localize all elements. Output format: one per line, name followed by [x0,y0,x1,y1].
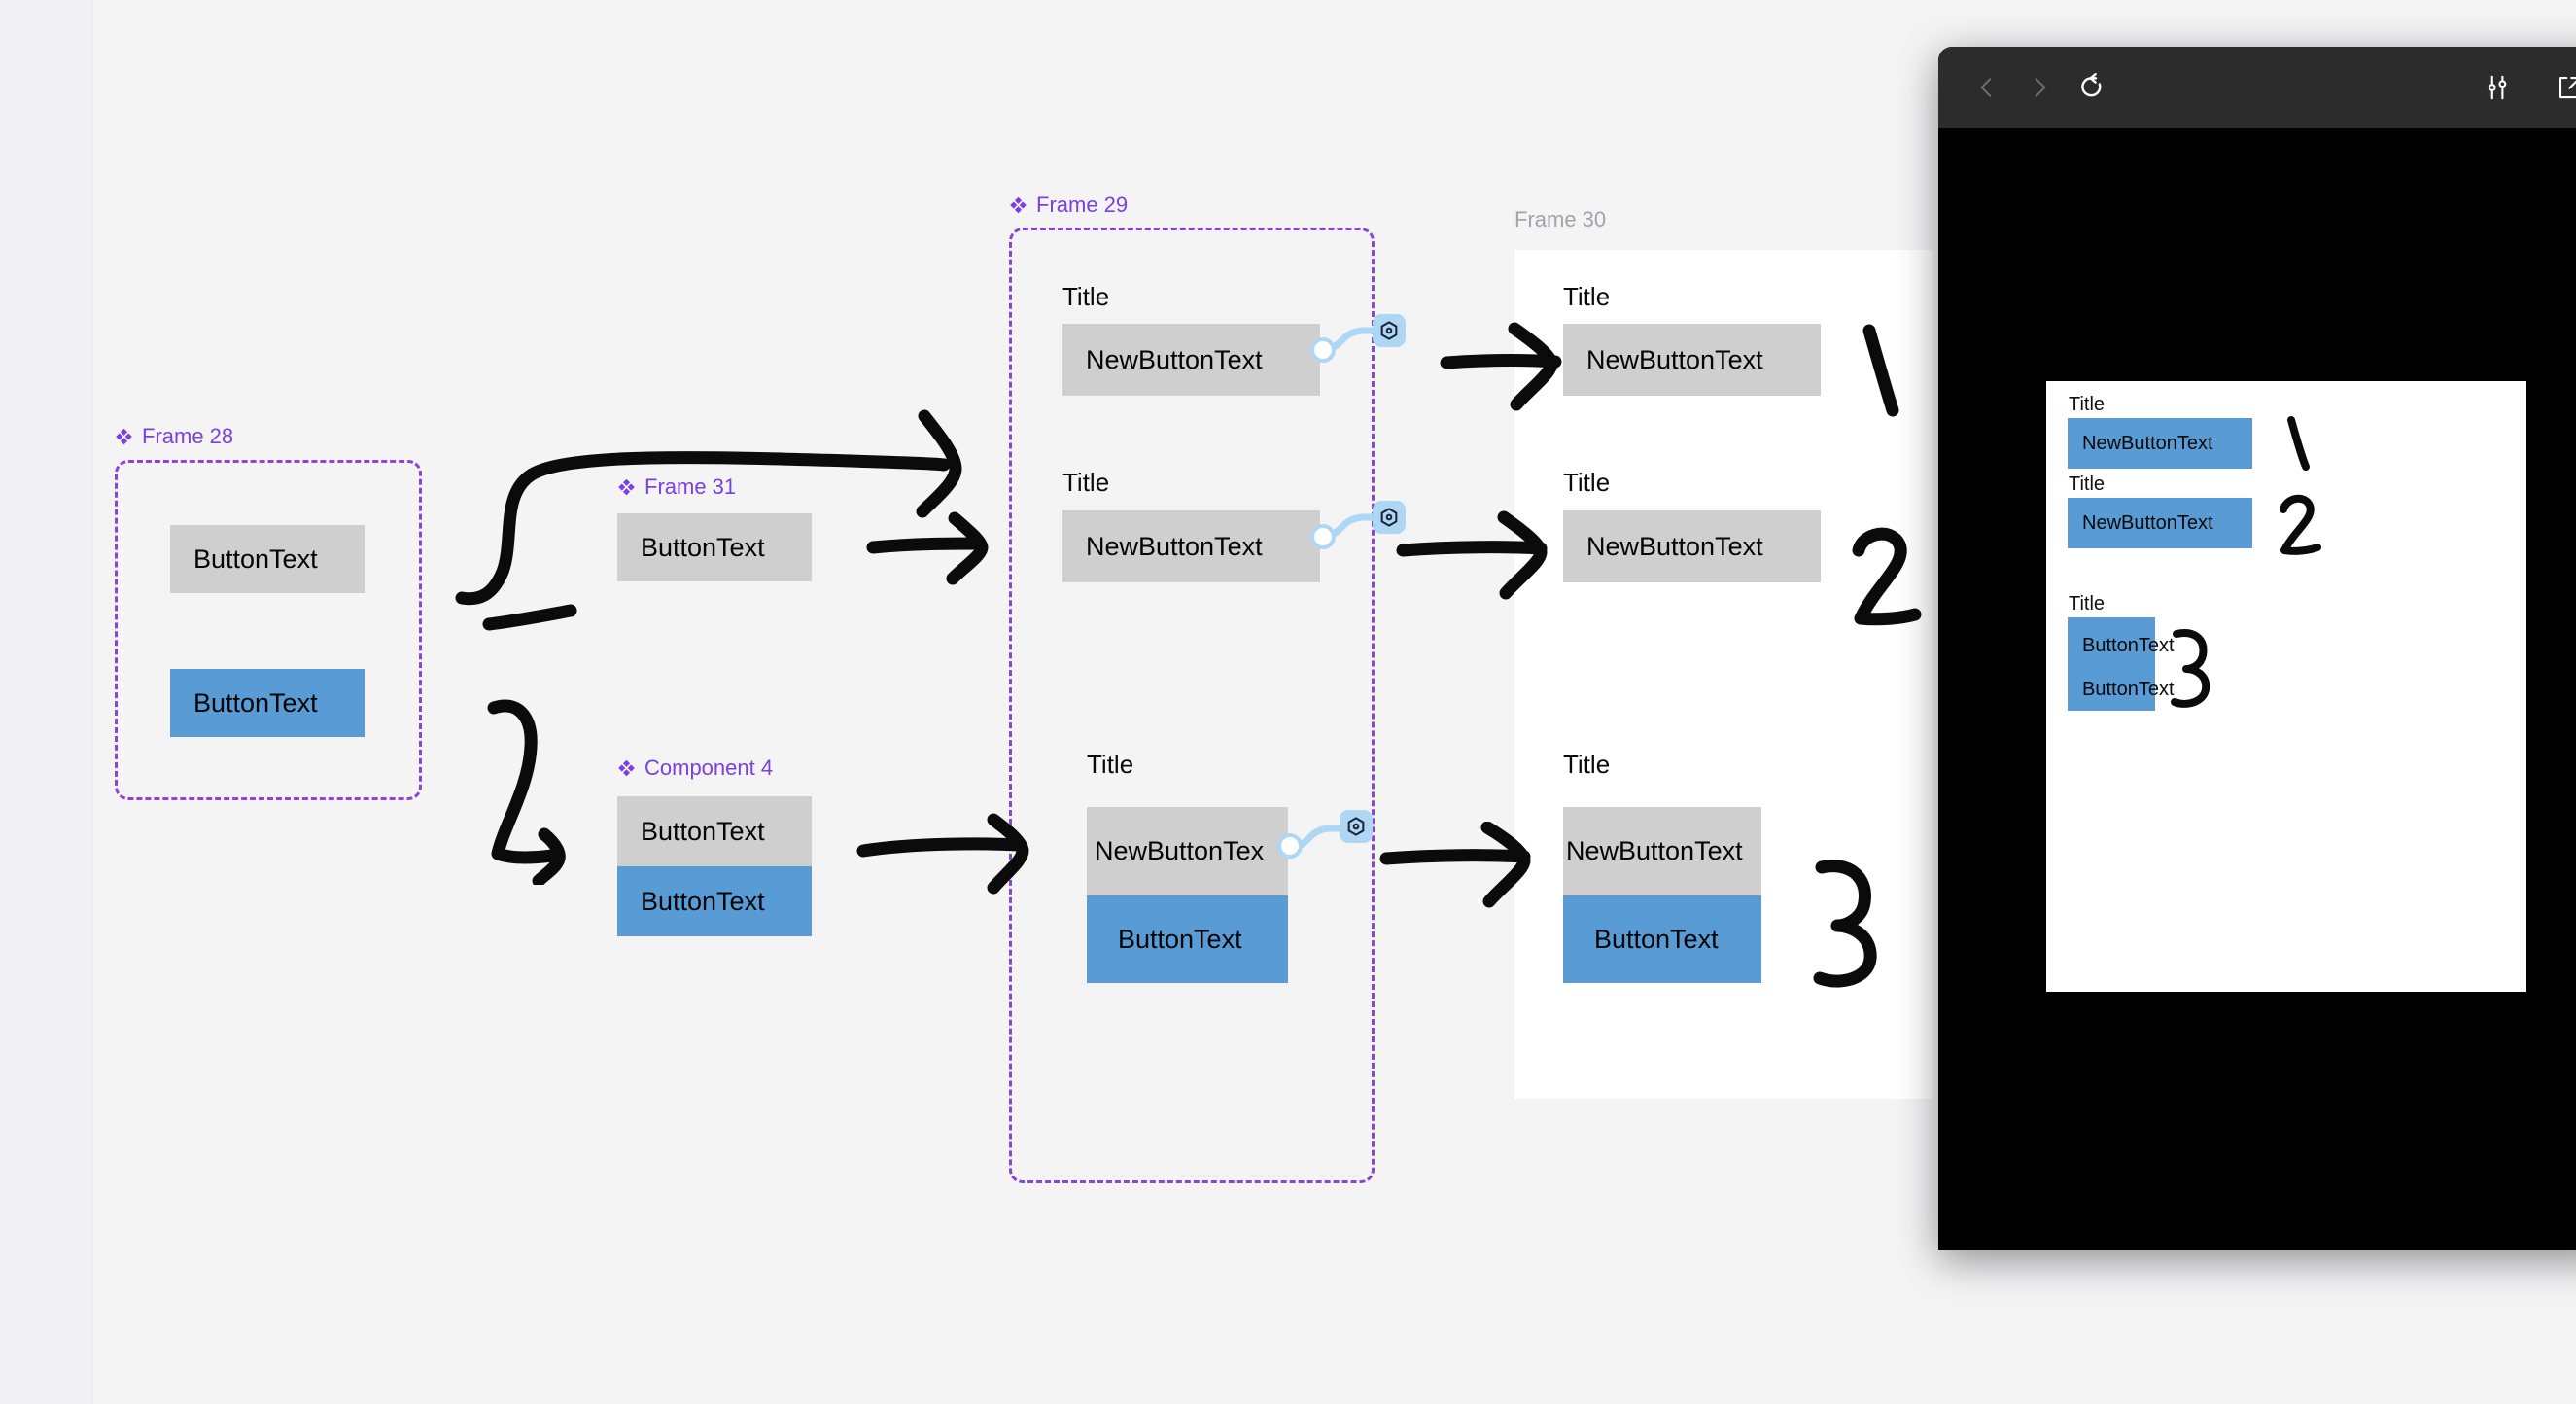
frame-30-card-3-title: Title [1563,750,1611,779]
canvas-left-gutter [0,0,93,1404]
forward-button[interactable] [2016,64,2063,111]
button-label: ButtonText [193,687,318,718]
preview-page[interactable]: Title NewButtonText Title NewButtonText … [2046,381,2526,992]
restart-icon [2081,72,2102,97]
frame-label-frame-31[interactable]: Frame 31 [617,476,736,498]
frame-29-card-1-title: Title [1062,282,1110,311]
button-label: NewButtonTex [1095,836,1265,865]
back-button[interactable] [1964,64,2010,111]
component-link-handle-2[interactable] [1310,524,1336,549]
frame-label-text: Frame 30 [1514,207,1607,231]
frame-label-text: Frame 29 [1036,193,1129,217]
button-label: ButtonText [1594,924,1719,954]
frame-label-component-4[interactable]: Component 4 [617,757,773,779]
frame-label-frame-30[interactable]: Frame 30 [1514,209,1606,230]
ink-arrow-frame31-to-frame29 [866,511,989,585]
button-label: NewButtonText [1586,531,1763,561]
preview-toolbar [1938,47,2576,128]
frame-label-text: Frame 28 [142,424,234,448]
frame-30-card-2-button-1[interactable]: NewButtonText [1563,510,1821,582]
button-label: NewButtonText [2082,511,2213,534]
open-external-button[interactable] [2547,64,2576,111]
button-label: NewButtonText [2082,432,2213,454]
frame-30-card-3-button-1[interactable]: NewButtonText [1563,807,1761,895]
preview-panel: Title NewButtonText Title NewButtonText … [1938,47,2576,1250]
preview-toolbar-right-group [2475,64,2576,111]
component-4-button-1[interactable]: ButtonText [617,796,812,866]
restart-button[interactable] [2069,64,2115,111]
preview-section-3-title: Title [2069,593,2106,614]
frame-30-card-1-title: Title [1563,282,1611,311]
chevron-right-icon [2035,78,2046,97]
component-diamond-icon [116,428,132,444]
preview-section-2-button-1[interactable]: NewButtonText [2068,498,2252,548]
button-label: NewButtonText [1086,344,1263,374]
frame-30-card-2-title: Title [1563,468,1611,497]
preview-section-2-title: Title [2069,474,2106,495]
frame-28-button-1[interactable]: ButtonText [170,525,365,593]
ink-arrow-frame28-to-component4 [487,699,566,885]
ink-annotation-numeral-1 [2287,416,2310,471]
button-label: ButtonText [2082,635,2175,656]
button-label: ButtonText [1118,924,1242,954]
frame-label-frame-28[interactable]: Frame 28 [115,426,233,447]
chevron-left-icon [1980,78,1992,97]
component-link-handle-1[interactable] [1310,337,1336,363]
sliders-icon [2488,75,2507,100]
preview-section-1-title: Title [2069,394,2106,415]
preview-section-1-button-1[interactable]: NewButtonText [2068,418,2252,469]
preview-toolbar-left-group [1938,64,2115,111]
component-link-handle-3[interactable] [1277,833,1303,859]
component-instance-badge-3[interactable] [1340,810,1373,843]
frame-31-button-1[interactable]: ButtonText [617,513,812,581]
frame-29-card-3-title: Title [1087,750,1134,779]
button-label: NewButtonText [1086,531,1263,561]
hexagon-instance-icon [1380,321,1398,340]
frame-29-card-2-title: Title [1062,468,1110,497]
app-root: Frame 28 ButtonText ButtonText Frame 31 … [0,0,2576,1404]
frame-30-card-1-button-1[interactable]: NewButtonText [1563,324,1821,396]
component-diamond-icon [1010,196,1027,213]
frame-label-text: Component 4 [644,755,774,780]
button-label: ButtonText [641,816,765,846]
ink-annotation-numeral-2 [2280,494,2321,555]
component-instance-badge-2[interactable] [1373,501,1406,534]
component-diamond-icon [618,478,635,495]
button-label: NewButtonText [1566,836,1743,865]
frame-label-text: Frame 31 [644,474,737,499]
external-link-icon [2559,76,2576,99]
frame-30-card-3-button-2[interactable]: ButtonText [1563,895,1761,983]
preview-section-3-button-group[interactable]: ButtonText ButtonText [2068,617,2175,711]
hexagon-instance-icon [1380,508,1398,527]
button-label: ButtonText [193,544,318,574]
frame-29-card-2-button-1[interactable]: NewButtonText [1062,510,1320,582]
ink-annotation-numeral-3 [2171,629,2210,708]
frame-29-card-1-button-1[interactable]: NewButtonText [1062,324,1320,396]
frame-label-frame-29[interactable]: Frame 29 [1009,194,1128,216]
button-label: ButtonText [641,532,765,562]
hexagon-instance-icon [1347,817,1365,836]
preview-settings-button[interactable] [2475,64,2522,111]
component-instance-badge-1[interactable] [1373,314,1406,347]
frame-28-boundary[interactable] [115,460,422,800]
component-4-button-2[interactable]: ButtonText [617,866,812,936]
frame-29-card-3-button-2[interactable]: ButtonText [1087,895,1288,983]
button-label: ButtonText [2082,679,2175,700]
preview-stage: Title NewButtonText Title NewButtonText … [1938,128,2576,1250]
button-label: NewButtonText [1586,344,1763,374]
button-label: ButtonText [641,886,765,916]
frame-29-card-3-button-1[interactable]: NewButtonTex [1087,807,1288,895]
component-diamond-icon [618,759,635,776]
frame-28-button-2[interactable]: ButtonText [170,669,365,737]
